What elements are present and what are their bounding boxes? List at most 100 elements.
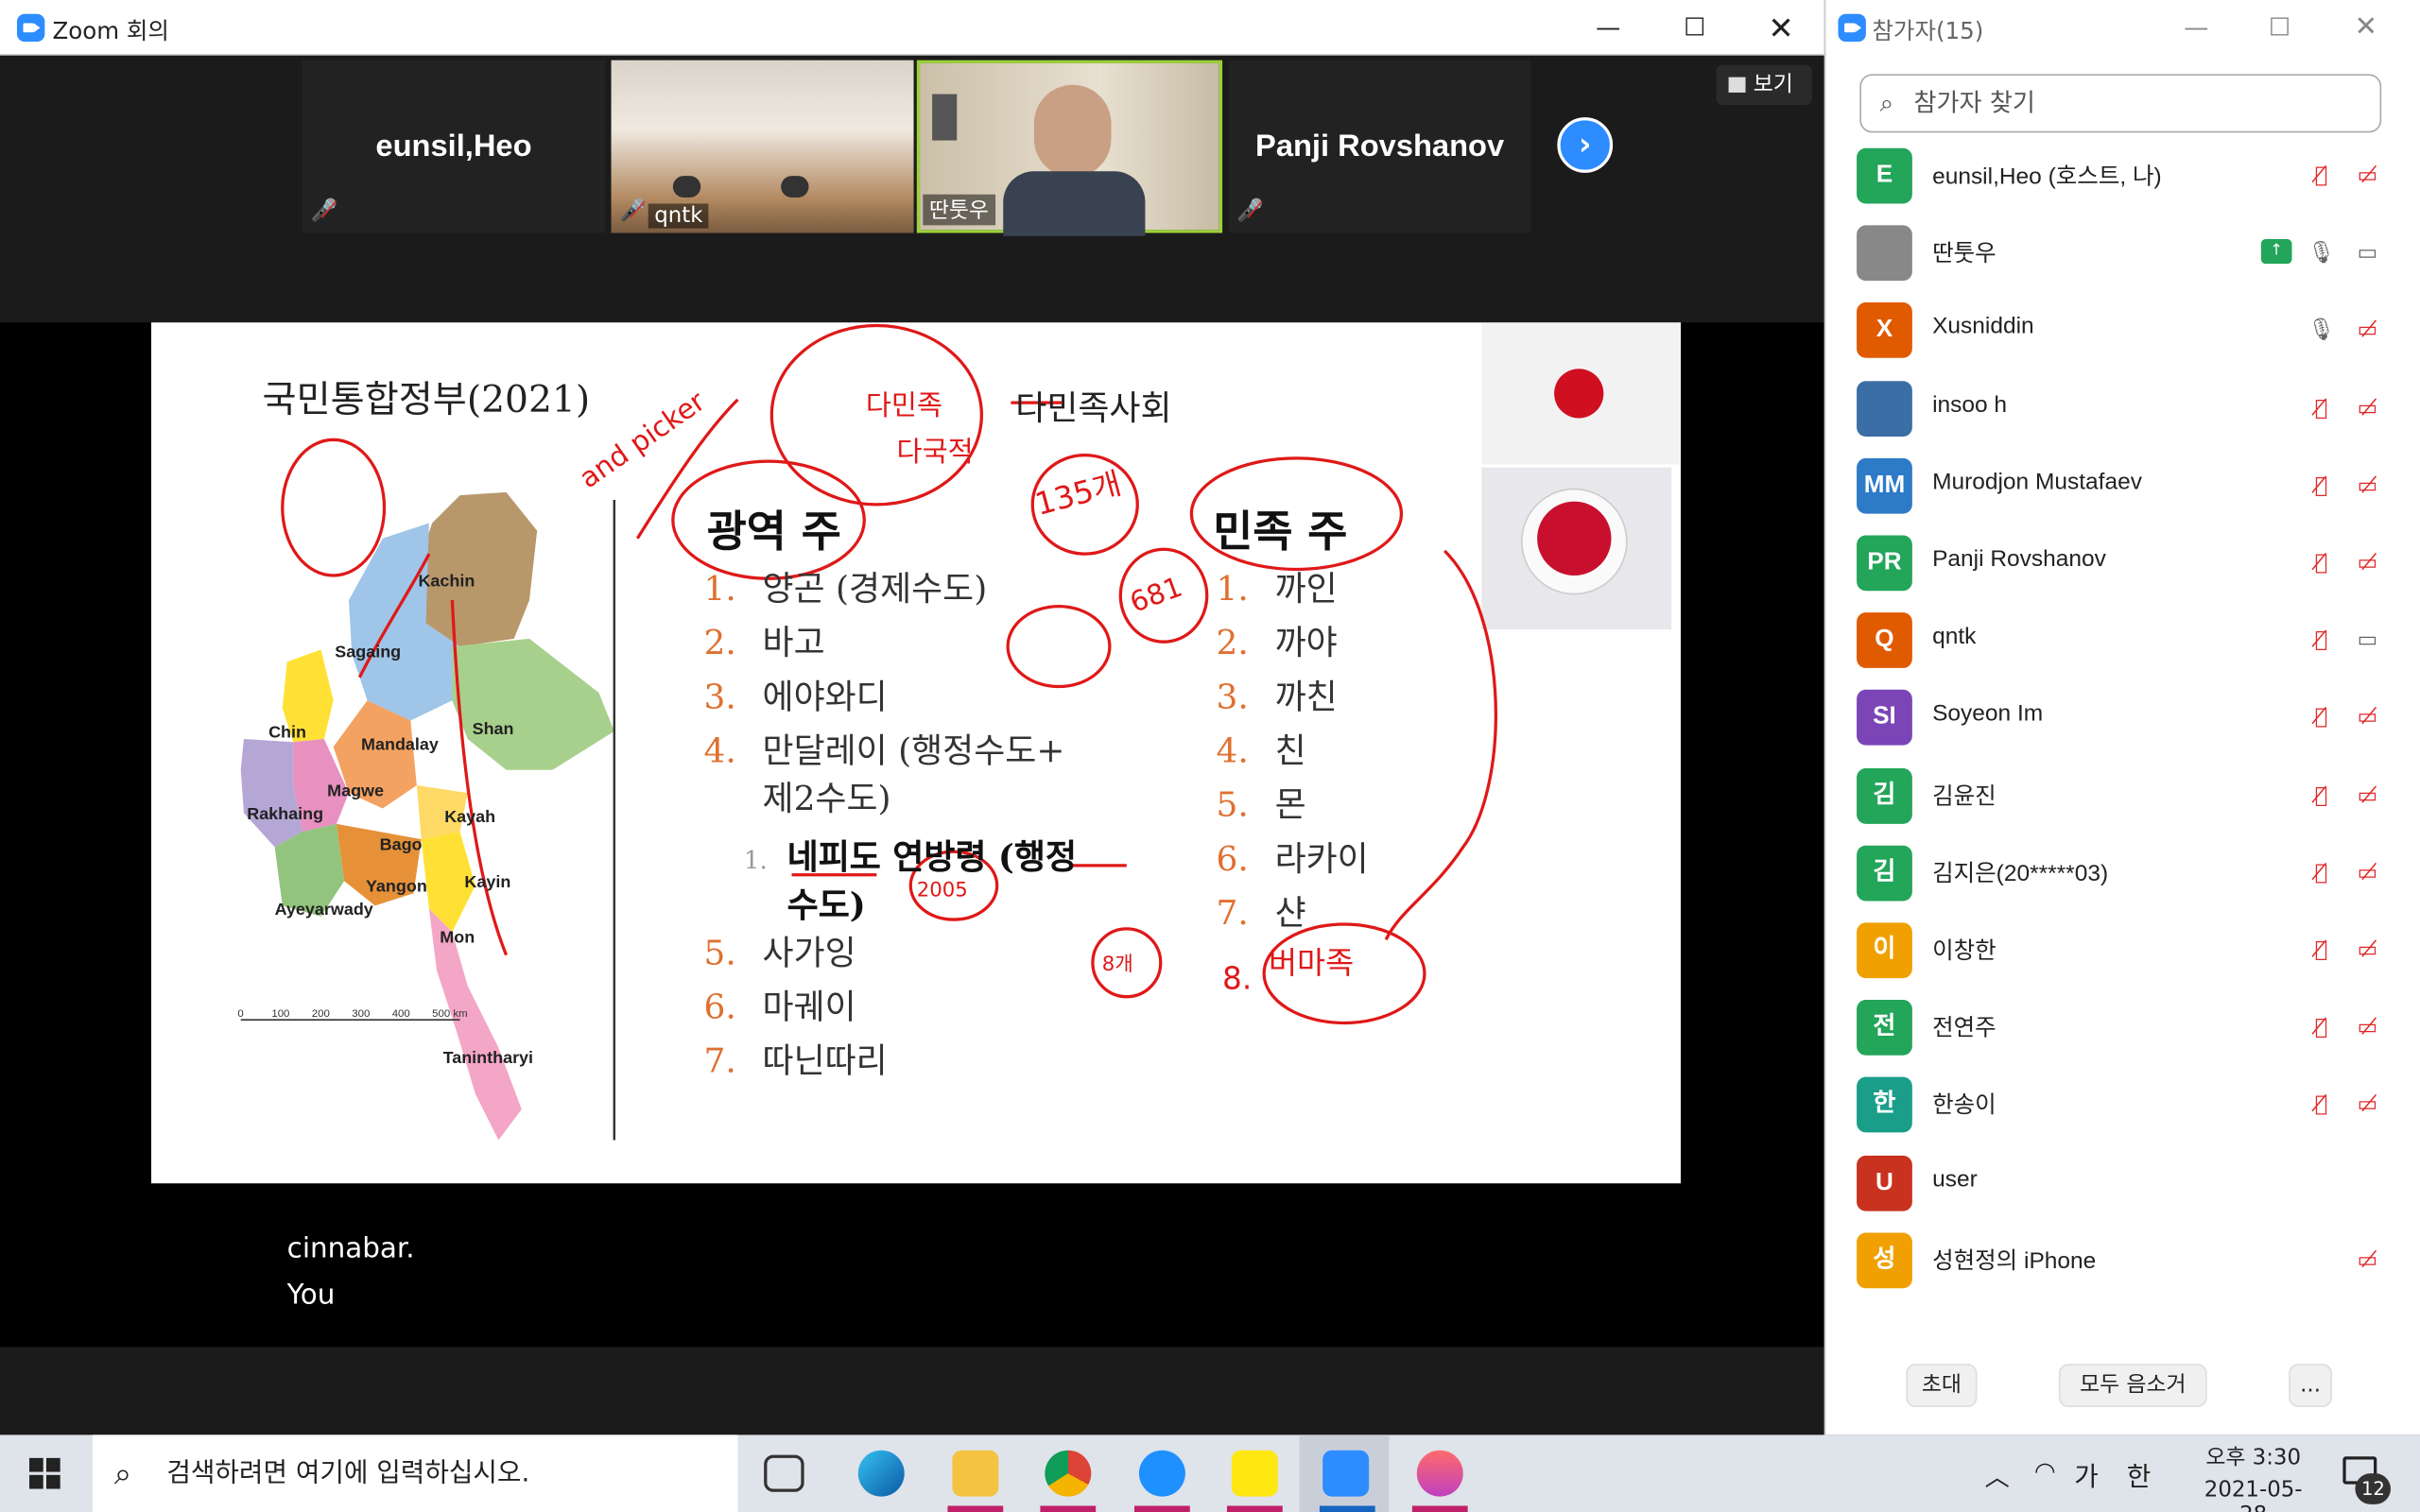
avatar: 김 (1857, 845, 1912, 902)
file-explorer-icon[interactable] (952, 1450, 999, 1497)
svg-text:버마족: 버마족 (1269, 945, 1354, 981)
task-view-icon[interactable] (764, 1454, 804, 1492)
participant-row[interactable]: Eeunsil,Heo (호스트, 나) 🎙̸ ▭̸ (1825, 137, 2420, 215)
minimize-button[interactable]: — (1565, 0, 1651, 56)
muted-mic-icon[interactable]: 🎙̸ (2305, 546, 2339, 580)
avatar: MM (1857, 457, 1912, 514)
close-button[interactable]: ✕ (1737, 0, 1824, 56)
map-label: Tanintharyi (442, 1049, 534, 1068)
participant-row[interactable]: insoo h 🎙̸ ▭̸ (1825, 369, 2420, 447)
edge-browser-icon[interactable] (857, 1450, 905, 1497)
list-item: 7. 따닌따리 (703, 1042, 888, 1082)
participant-row[interactable]: MM Murodjon Mustafaev 🎙̸ ▭̸ (1825, 447, 2420, 524)
paint-app-icon[interactable] (1416, 1450, 1463, 1497)
ime-mode[interactable]: 한 (2127, 1455, 2152, 1494)
video-tile-active-speaker[interactable]: 딴툿우 (916, 60, 1223, 236)
muted-mic-icon[interactable]: 🎙̸ (2305, 934, 2339, 968)
taskbar-search-input[interactable]: ⌕ 검색하려면 여기에 입력하십시오. (92, 1435, 738, 1512)
participant-row[interactable]: 한 한송이 🎙̸ ▭̸ (1825, 1067, 2420, 1144)
muted-mic-icon[interactable]: 🎙̸ (2305, 701, 2339, 735)
participant-row[interactable]: 성 성현정의 iPhone ▭̸ (1825, 1222, 2420, 1299)
camera-off-icon[interactable]: ▭̸ (2351, 159, 2385, 193)
list-item: 1. 양곤 (경제수도) (703, 571, 988, 610)
muted-mic-icon[interactable]: 🎙̸ (2305, 391, 2339, 425)
clock[interactable]: 오후 3:30 2021-05-28 (2191, 1441, 2315, 1512)
camera-off-icon[interactable]: ▭̸ (2351, 469, 2385, 503)
participant-search-input[interactable]: ⌕ 참가자 찾기 (1859, 74, 2382, 133)
camera-off-icon[interactable]: ▭̸ (2351, 779, 2385, 813)
zoom-app-icon[interactable] (1322, 1450, 1370, 1497)
camera-off-icon[interactable]: ▭̸ (2351, 1089, 2385, 1123)
person-figure (781, 176, 809, 198)
tile-name: eunsil,Heo (375, 129, 532, 164)
video-tile[interactable]: 🎤̸ qntk (611, 60, 914, 233)
active-app-indicator (1411, 1505, 1468, 1512)
participant-row[interactable]: Uuser (1825, 1144, 2420, 1222)
participant-row[interactable]: Qqntk 🎙̸ ▭ (1825, 602, 2420, 679)
participant-row[interactable]: 전 전연주 🎙̸ ▭̸ (1825, 989, 2420, 1067)
maximize-button[interactable]: ☐ (1651, 0, 1737, 56)
muted-mic-icon: 🎤̸ (1236, 198, 1264, 224)
mic-icon[interactable]: 🎙 (2305, 314, 2339, 348)
map-label: Bago (379, 835, 423, 855)
mute-all-button[interactable]: 모두 음소거 (2058, 1364, 2207, 1407)
video-tile[interactable]: eunsil,Heo 🎤̸ (302, 60, 605, 233)
search-icon: ⌕ (113, 1454, 132, 1492)
scale-label: 200 (311, 1008, 330, 1021)
muted-mic-icon[interactable]: 🎙̸ (2305, 159, 2339, 193)
windows-start-icon[interactable] (29, 1457, 60, 1489)
camera-off-icon[interactable]: ▭̸ (2351, 391, 2385, 425)
panel-maximize-button[interactable]: ☐ (2237, 0, 2323, 56)
wifi-icon[interactable]: ◠ (2034, 1456, 2056, 1486)
participant-row[interactable]: X Xusniddin 🎙 ▭̸ (1825, 292, 2420, 369)
participant-row[interactable]: SI Soyeon Im 🎙̸ ▭̸ (1825, 679, 2420, 757)
mic-icon[interactable]: 🎙 (2305, 236, 2339, 270)
participant-row[interactable]: 김 김윤진 🎙̸ ▭̸ (1825, 757, 2420, 834)
panel-close-button[interactable]: ✕ (2323, 0, 2409, 56)
participant-row[interactable]: 딴툿우 ↑ 🎙 ▭ (1825, 215, 2420, 292)
map-label: Yangon (365, 877, 427, 897)
title-bar: Zoom 회의 — ☐ ✕ (0, 0, 1824, 56)
invite-button[interactable]: 초대 (1906, 1364, 1978, 1407)
camera-off-icon[interactable]: ▭̸ (2351, 701, 2385, 735)
participant-row[interactable]: 이 이창한 🎙̸ ▭̸ (1825, 912, 2420, 989)
camera-off-icon[interactable]: ▭̸ (2351, 1244, 2385, 1278)
zoom-logo-icon (1838, 13, 1866, 43)
chrome-browser-icon[interactable] (1045, 1450, 1092, 1497)
next-page-button[interactable]: › (1557, 117, 1614, 173)
camera-off-icon[interactable]: ▭̸ (2351, 314, 2385, 348)
participant-row[interactable]: 김 김지은(20*****03) 🎙̸ ▭̸ (1825, 834, 2420, 912)
avatar (1857, 225, 1912, 282)
participant-row[interactable]: PR Panji Rovshanov 🎙̸ ▭̸ (1825, 524, 2420, 602)
internet-explorer-icon[interactable] (1138, 1450, 1185, 1497)
muted-mic-icon[interactable]: 🎙̸ (2305, 1011, 2339, 1045)
camera-off-icon[interactable]: ▭̸ (2351, 934, 2385, 968)
participant-name: qntk (1932, 623, 1977, 650)
more-options-button[interactable]: ... (2289, 1364, 2332, 1407)
camera-off-icon[interactable]: ▭̸ (2351, 1011, 2385, 1045)
map-label: Mandalay (361, 735, 439, 755)
participant-name: insoo h (1932, 391, 2008, 418)
camera-icon[interactable]: ▭ (2351, 236, 2385, 270)
avatar: 전 (1857, 1000, 1912, 1057)
show-hidden-icons-chevron-icon[interactable]: ︿ (1985, 1456, 2010, 1493)
participant-name: 김지은(20*****03) (1932, 860, 2109, 887)
video-tile[interactable]: Panji Rovshanov 🎤̸ (1228, 60, 1531, 233)
kakaotalk-icon[interactable] (1231, 1450, 1278, 1497)
participant-name: Panji Rovshanov (1932, 545, 2106, 573)
camera-off-icon[interactable]: ▭̸ (2351, 856, 2385, 890)
scale-label: 400 (391, 1008, 410, 1021)
muted-mic-icon[interactable]: 🎙̸ (2305, 1089, 2339, 1123)
panel-minimize-button[interactable]: — (2153, 0, 2239, 56)
muted-mic-icon[interactable]: 🎙̸ (2305, 779, 2339, 813)
screen-share-icon: ↑ (2260, 239, 2292, 265)
view-button[interactable]: 보기 (1716, 64, 1812, 106)
ime-language[interactable]: 가 (2074, 1455, 2099, 1494)
camera-icon[interactable]: ▭ (2351, 624, 2385, 658)
muted-mic-icon[interactable]: 🎙̸ (2305, 469, 2339, 503)
zoom-meeting-window: Zoom 회의 — ☐ ✕ eunsil,Heo 🎤̸ 🎤̸ qntk 딴툿우 … (0, 0, 1824, 1435)
muted-mic-icon[interactable]: 🎙̸ (2305, 624, 2339, 658)
muted-mic-icon[interactable]: 🎙̸ (2305, 856, 2339, 890)
camera-off-icon[interactable]: ▭̸ (2351, 546, 2385, 580)
svg-text:8.: 8. (1222, 961, 1252, 997)
